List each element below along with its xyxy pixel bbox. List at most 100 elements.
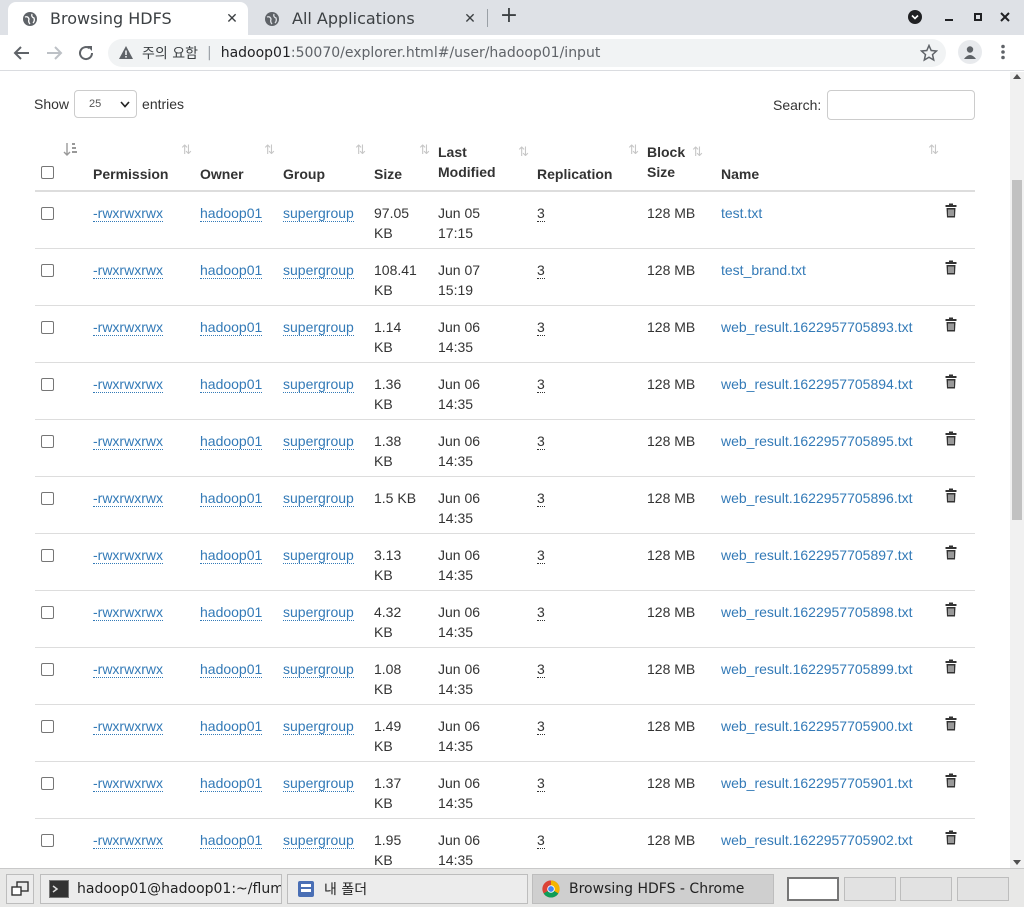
replication-link[interactable]: 3 — [537, 546, 545, 564]
workspace-2[interactable] — [844, 877, 896, 901]
file-name-link[interactable]: web_result.1622957705900.txt — [721, 718, 912, 734]
workspace-3[interactable] — [900, 877, 952, 901]
permission-link[interactable]: -rwxrwxrwx — [93, 318, 163, 336]
file-name-link[interactable]: web_result.1622957705899.txt — [721, 661, 912, 677]
delete-trash-icon[interactable] — [945, 773, 957, 793]
permission-link[interactable]: -rwxrwxrwx — [93, 205, 163, 222]
file-name-link[interactable]: web_result.1622957705896.txt — [721, 490, 912, 506]
header-size[interactable]: Size ⇅ — [374, 136, 438, 192]
header-name[interactable]: Name ⇅ — [721, 136, 945, 192]
row-checkbox[interactable] — [41, 662, 54, 676]
minimize-icon[interactable] — [938, 6, 960, 28]
group-link[interactable]: supergroup — [283, 774, 354, 792]
owner-link[interactable]: hadoop01 — [200, 660, 263, 678]
sort-icon[interactable]: ⇅ — [355, 142, 366, 158]
delete-trash-icon[interactable] — [945, 488, 957, 508]
owner-link[interactable]: hadoop01 — [200, 318, 263, 336]
permission-link[interactable]: -rwxrwxrwx — [93, 774, 163, 792]
maximize-icon[interactable] — [967, 6, 989, 28]
bookmark-star-icon[interactable] — [920, 44, 938, 62]
taskbar-chrome[interactable]: Browsing HDFS - Chrome — [532, 874, 774, 904]
file-name-link[interactable]: web_result.1622957705894.txt — [721, 376, 912, 392]
replication-link[interactable]: 3 — [537, 717, 545, 735]
group-link[interactable]: supergroup — [283, 489, 354, 507]
row-checkbox[interactable] — [41, 719, 54, 733]
row-checkbox[interactable] — [41, 263, 54, 277]
group-link[interactable]: supergroup — [283, 261, 354, 279]
permission-link[interactable]: -rwxrwxrwx — [93, 489, 163, 507]
tab-all-applications[interactable]: All Applications ✕ — [250, 2, 486, 35]
select-all-checkbox[interactable] — [41, 166, 54, 179]
row-checkbox[interactable] — [41, 207, 54, 220]
replication-link[interactable]: 3 — [537, 318, 545, 336]
row-checkbox[interactable] — [41, 377, 54, 391]
security-status[interactable]: 주의 요함 — [142, 43, 198, 63]
sort-icon[interactable]: ⇅ — [692, 142, 703, 162]
group-link[interactable]: supergroup — [283, 546, 354, 564]
group-link[interactable]: supergroup — [283, 432, 354, 450]
tab-browsing-hdfs[interactable]: Browsing HDFS ✕ — [8, 2, 248, 35]
permission-link[interactable]: -rwxrwxrwx — [93, 375, 163, 393]
reload-icon[interactable] — [72, 39, 100, 67]
owner-link[interactable]: hadoop01 — [200, 375, 263, 393]
owner-link[interactable]: hadoop01 — [200, 546, 263, 564]
delete-trash-icon[interactable] — [945, 659, 957, 679]
header-last-modified[interactable]: Last Modified ⇅ — [438, 136, 537, 192]
owner-link[interactable]: hadoop01 — [200, 261, 263, 279]
owner-link[interactable]: hadoop01 — [200, 603, 263, 621]
back-icon[interactable] — [8, 39, 36, 67]
group-link[interactable]: supergroup — [283, 603, 354, 621]
replication-link[interactable]: 3 — [537, 489, 545, 507]
replication-link[interactable]: 3 — [537, 774, 545, 792]
group-link[interactable]: supergroup — [283, 831, 354, 849]
sort-icon[interactable]: ⇅ — [264, 142, 275, 158]
delete-trash-icon[interactable] — [945, 716, 957, 736]
sort-icon[interactable]: ⇅ — [928, 142, 939, 158]
replication-link[interactable]: 3 — [537, 432, 545, 450]
owner-link[interactable]: hadoop01 — [200, 831, 263, 849]
row-checkbox[interactable] — [41, 776, 54, 790]
header-block-size[interactable]: Block Size ⇅ — [647, 136, 721, 192]
search-input[interactable] — [827, 90, 976, 120]
tab-search-icon[interactable] — [904, 6, 926, 28]
more-menu-icon[interactable] — [994, 40, 1012, 64]
permission-link[interactable]: -rwxrwxrwx — [93, 717, 163, 735]
header-select-all[interactable] — [35, 136, 93, 192]
header-group[interactable]: Group ⇅ — [283, 136, 374, 192]
file-name-link[interactable]: web_result.1622957705893.txt — [721, 319, 912, 335]
row-checkbox[interactable] — [41, 833, 54, 847]
permission-link[interactable]: -rwxrwxrwx — [93, 261, 163, 279]
workspace-4[interactable] — [957, 877, 1009, 901]
scroll-down-arrow-icon[interactable] — [1013, 860, 1021, 865]
close-window-icon[interactable] — [994, 6, 1016, 28]
row-checkbox[interactable] — [41, 548, 54, 562]
show-desktop-button[interactable] — [6, 874, 34, 904]
sort-icon[interactable]: ⇅ — [518, 142, 529, 162]
permission-link[interactable]: -rwxrwxrwx — [93, 660, 163, 678]
row-checkbox[interactable] — [41, 320, 54, 334]
replication-link[interactable]: 3 — [537, 375, 545, 393]
owner-link[interactable]: hadoop01 — [200, 205, 263, 222]
page-scrollbar[interactable] — [1010, 72, 1024, 868]
profile-avatar-icon[interactable] — [958, 40, 982, 64]
file-name-link[interactable]: web_result.1622957705902.txt — [721, 832, 912, 848]
header-permission[interactable]: Permission ⇅ — [93, 136, 200, 192]
permission-link[interactable]: -rwxrwxrwx — [93, 603, 163, 621]
scrollbar-thumb[interactable] — [1012, 180, 1022, 520]
taskbar-terminal[interactable]: hadoop01@hadoop01:~/flume/… — [40, 874, 282, 904]
delete-trash-icon[interactable] — [945, 260, 957, 280]
owner-link[interactable]: hadoop01 — [200, 774, 263, 792]
permission-link[interactable]: -rwxrwxrwx — [93, 831, 163, 849]
header-owner[interactable]: Owner ⇅ — [200, 136, 283, 192]
forward-icon[interactable] — [40, 39, 68, 67]
row-checkbox[interactable] — [41, 605, 54, 619]
file-name-link[interactable]: web_result.1622957705901.txt — [721, 775, 912, 791]
file-name-link[interactable]: test_brand.txt — [721, 262, 806, 278]
permission-link[interactable]: -rwxrwxrwx — [93, 546, 163, 564]
file-name-link[interactable]: web_result.1622957705897.txt — [721, 547, 912, 563]
delete-trash-icon[interactable] — [945, 545, 957, 565]
group-link[interactable]: supergroup — [283, 660, 354, 678]
close-tab-icon[interactable]: ✕ — [462, 11, 478, 27]
owner-link[interactable]: hadoop01 — [200, 717, 263, 735]
group-link[interactable]: supergroup — [283, 205, 354, 222]
